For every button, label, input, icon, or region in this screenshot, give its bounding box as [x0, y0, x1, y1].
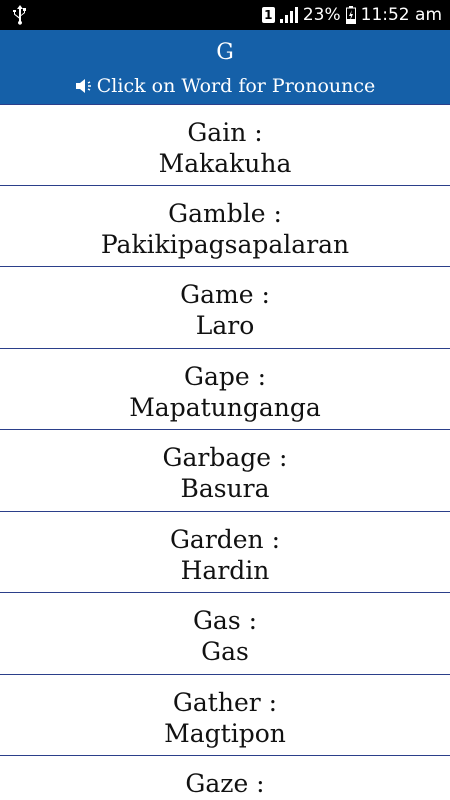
word-list: Gain : Makakuha Gamble : Pakikipagsapala… — [0, 104, 450, 800]
tagalog-translation: Makakuha — [158, 149, 292, 178]
status-right: 1 23% 11:52 am — [261, 0, 442, 30]
english-word: Gaze : — [185, 769, 265, 798]
word-item[interactable]: Garden : Hardin — [0, 512, 450, 593]
speaker-icon — [75, 79, 91, 93]
sim-indicator: 1 — [261, 7, 275, 23]
word-item[interactable]: Gaze : — [0, 756, 450, 800]
clock: 11:52 am — [360, 5, 442, 25]
status-bar: 1 23% 11:52 am — [0, 0, 450, 30]
word-item[interactable]: Gamble : Pakikipagsapalaran — [0, 186, 450, 267]
word-item[interactable]: Gather : Magtipon — [0, 675, 450, 756]
signal-icon — [279, 7, 298, 23]
english-word: Game : — [180, 280, 270, 309]
tagalog-translation: Pakikipagsapalaran — [100, 229, 350, 259]
word-item[interactable]: Game : Laro — [0, 267, 450, 349]
word-item[interactable]: Garbage : Basura — [0, 430, 450, 512]
pronounce-hint: Click on Word for Pronounce — [0, 74, 450, 98]
english-word: Gas : — [192, 606, 258, 635]
battery-charging-icon — [345, 6, 356, 24]
english-word: Gather : — [172, 687, 278, 717]
tagalog-translation: Basura — [180, 474, 270, 503]
english-word: Garden : — [169, 524, 281, 554]
english-word: Gain : — [187, 118, 263, 147]
tagalog-translation: Mapatunganga — [129, 392, 321, 422]
word-item[interactable]: Gape : Mapatunganga — [0, 349, 450, 430]
tagalog-translation: Laro — [195, 311, 255, 340]
english-word: Gamble : — [168, 198, 282, 228]
tagalog-translation: Gas — [201, 637, 249, 666]
tagalog-translation: Magtipon — [164, 718, 286, 748]
pronounce-hint-text: Click on Word for Pronounce — [96, 75, 376, 97]
english-word: Gape : — [183, 361, 267, 391]
letter-title: G — [216, 40, 234, 65]
usb-icon — [13, 5, 26, 25]
word-item[interactable]: Gas : Gas — [0, 593, 450, 675]
word-item[interactable]: Gain : Makakuha — [0, 104, 450, 186]
app-header: G Click on Word for Pronounce — [0, 30, 450, 104]
english-word: Garbage : — [162, 443, 288, 472]
tagalog-translation: Hardin — [180, 555, 270, 585]
battery-percent: 23% — [302, 5, 341, 25]
